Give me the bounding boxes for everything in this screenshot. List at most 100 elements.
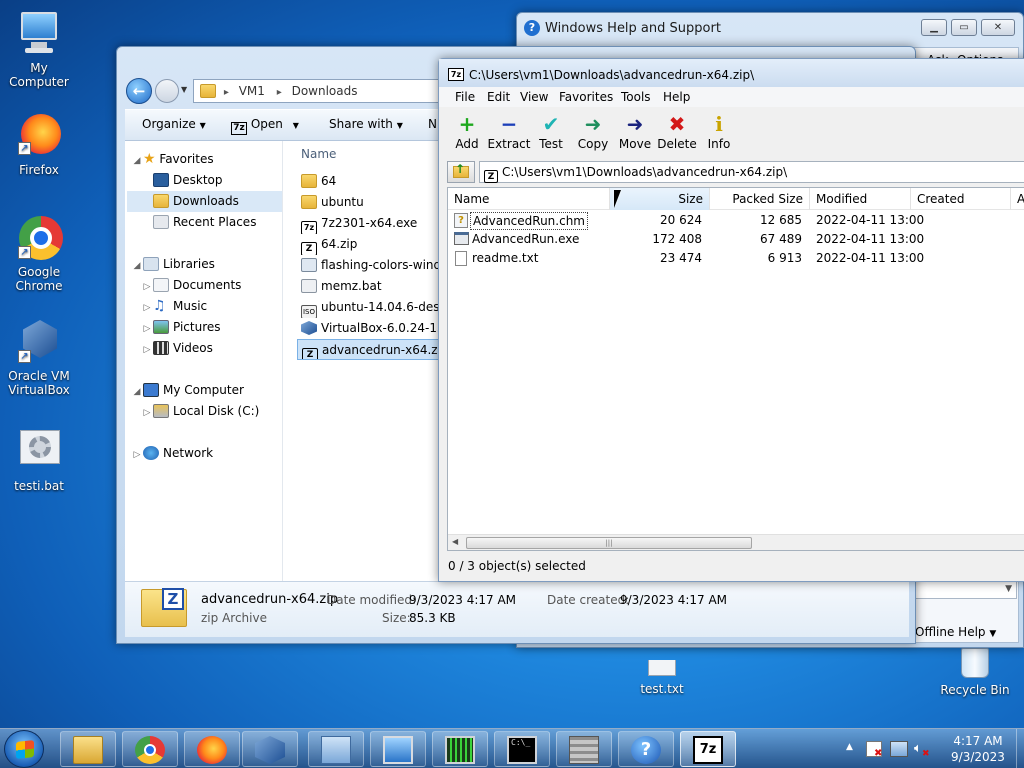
network-icon <box>143 446 159 460</box>
list-item[interactable]: Z 64.zip <box>297 234 441 255</box>
desktop-icon-testi-bat[interactable]: testi.bat <box>1 428 77 493</box>
desktop-icon-label: My Computer <box>9 61 69 89</box>
batch-file-icon <box>301 279 317 293</box>
column-header-modified[interactable]: Modified <box>810 188 911 210</box>
taskbar-command-prompt[interactable]: C:\_ <box>494 731 550 767</box>
taskbar-task-manager[interactable] <box>432 731 488 767</box>
nav-videos[interactable]: ▷ Videos <box>131 338 281 359</box>
volume-icon[interactable]: 🔈︎ ✖ <box>914 741 932 759</box>
share-with-button[interactable]: Share with ▼ <box>329 117 403 131</box>
desktop-icon-label: Oracle VM VirtualBox <box>8 369 70 397</box>
taskbar-chrome[interactable] <box>122 731 178 767</box>
menu-favorites[interactable]: Favorites <box>559 90 613 104</box>
taskbar-firewall[interactable] <box>556 731 612 767</box>
list-item[interactable]: 64 <box>297 171 441 192</box>
scrollbar-thumb[interactable]: ||| <box>466 537 752 549</box>
history-dropdown-icon[interactable]: ▼ <box>181 85 187 94</box>
desktop-icon-my-computer[interactable]: My Computer <box>1 10 77 89</box>
organize-button[interactable]: Organize ▼ <box>142 117 206 131</box>
table-row[interactable]: ? AdvancedRun.chm 20 624 12 685 2022-04-… <box>448 211 1024 230</box>
search-dropdown[interactable]: ▼ <box>915 579 1017 599</box>
taskbar-remote-desktop[interactable] <box>370 731 426 767</box>
breadcrumb-downloads[interactable]: Downloads <box>292 84 358 98</box>
maximize-button[interactable]: ▭ <box>951 19 977 36</box>
zip-icon: Z <box>302 348 318 359</box>
column-header-name[interactable]: Name <box>301 147 336 161</box>
navigation-pane: ◢ ★ Favorites Desktop Downloads Recent Pl… <box>127 149 283 464</box>
info-button[interactable]: i Info <box>697 111 741 151</box>
up-folder-button[interactable]: ↑ <box>447 161 475 183</box>
horizontal-scrollbar[interactable]: ◀ ||| <box>448 534 1024 550</box>
add-button[interactable]: + Add <box>445 111 489 151</box>
scroll-left-icon[interactable]: ◀ <box>452 537 458 546</box>
nav-my-computer[interactable]: ◢ My Computer <box>131 380 281 401</box>
column-header-packed-size[interactable]: Packed Size <box>710 188 810 210</box>
taskbar-virtualbox[interactable] <box>242 731 298 767</box>
list-item[interactable]: ISOubuntu-14.04.6-deskto <box>297 297 441 318</box>
column-header-attributes[interactable]: A <box>1011 188 1024 210</box>
nav-desktop[interactable]: Desktop <box>131 170 281 191</box>
file-packed-size: 6 913 <box>767 251 802 265</box>
nav-documents[interactable]: ▷ Documents <box>131 275 281 296</box>
desktop-icon-virtualbox[interactable]: ↗ Oracle VM VirtualBox <box>1 318 77 397</box>
menu-edit[interactable]: Edit <box>487 90 510 104</box>
taskbar-explorer[interactable] <box>60 731 116 767</box>
new-folder-button[interactable]: N <box>428 117 437 131</box>
list-item[interactable]: ubuntu <box>297 192 441 213</box>
table-row[interactable]: AdvancedRun.exe 172 408 67 489 2022-04-1… <box>448 230 1024 249</box>
nav-network[interactable]: ▷ Network <box>131 443 281 464</box>
taskbar-control-panel[interactable] <box>308 731 364 767</box>
network-tray-icon[interactable] <box>890 741 908 757</box>
desktop-icon-google-chrome[interactable]: ↗ Google Chrome <box>1 214 77 293</box>
menu-file[interactable]: File <box>455 90 475 104</box>
taskbar-firefox[interactable] <box>184 731 240 767</box>
copy-button[interactable]: ➜ Copy <box>571 111 615 151</box>
column-header-name[interactable]: Name <box>448 188 610 210</box>
nav-pictures[interactable]: ▷ Pictures <box>131 317 281 338</box>
extract-button[interactable]: − Extract <box>487 111 531 151</box>
breadcrumb-vm1[interactable]: VM1 <box>239 84 265 98</box>
forward-button[interactable] <box>155 79 179 103</box>
close-button[interactable]: ✕ <box>981 19 1015 36</box>
offline-help-label: Offline Help <box>915 625 986 639</box>
offline-help-button[interactable]: Offline Help ▼ <box>915 625 996 639</box>
minimize-button[interactable]: ▁ <box>921 19 947 36</box>
list-item[interactable]: VirtualBox-6.0.24-1391 <box>297 318 441 339</box>
window-title: Windows Help and Support <box>545 21 721 36</box>
taskbar: C:\_ ? 7z ▲ ✖ 🔈︎ ✖ 4:17 AM 9/3/2023 <box>0 728 1024 768</box>
nav-downloads[interactable]: Downloads <box>127 191 283 212</box>
details-date-modified: 9/3/2023 4:17 AM <box>409 593 517 607</box>
nav-local-disk[interactable]: ▷ Local Disk (C:) <box>131 401 281 422</box>
path-field[interactable]: Z C:\Users\vm1\Downloads\advancedrun-x64.… <box>479 161 1024 183</box>
menu-view[interactable]: View <box>520 90 548 104</box>
address-bar[interactable]: ▸ VM1 ▸ Downloads <box>193 79 439 103</box>
list-item[interactable]: memz.bat <box>297 276 441 297</box>
clock[interactable]: 4:17 AM 9/3/2023 <box>938 733 1018 765</box>
folder-icon <box>301 195 317 209</box>
nav-favorites[interactable]: ◢ ★ Favorites <box>131 149 281 170</box>
start-button[interactable] <box>4 730 44 768</box>
test-button[interactable]: ✔ Test <box>529 111 573 151</box>
list-item[interactable]: 7z 7z2301-x64.exe <box>297 213 441 234</box>
list-item[interactable]: flashing-colors-windo <box>297 255 441 276</box>
nav-recent-places[interactable]: Recent Places <box>131 212 281 233</box>
table-row[interactable]: readme.txt 23 474 6 913 2022-04-11 13:00 <box>448 249 1024 268</box>
move-button[interactable]: ➜ Move <box>613 111 657 151</box>
sevenzip-window[interactable]: 7z C:\Users\vm1\Downloads\advancedrun-x6… <box>438 58 1024 582</box>
back-button[interactable]: ← <box>126 78 152 104</box>
menu-help[interactable]: Help <box>663 90 690 104</box>
nav-libraries[interactable]: ◢ Libraries <box>131 254 281 275</box>
menu-tools[interactable]: Tools <box>621 90 651 104</box>
show-desktop-button[interactable] <box>1016 729 1024 768</box>
taskbar-7zip[interactable]: 7z <box>680 731 736 767</box>
chrome-icon: ↗ <box>15 214 63 262</box>
desktop-icon-firefox[interactable]: ↗ Firefox <box>1 112 77 177</box>
column-header-created[interactable]: Created <box>911 188 1011 210</box>
delete-button[interactable]: ✖ Delete <box>655 111 699 151</box>
list-item[interactable]: Zadvancedrun-x64.zip <box>297 339 441 360</box>
action-center-icon[interactable]: ✖ <box>866 741 882 759</box>
nav-music[interactable]: ▷ ♫ Music <box>131 296 281 317</box>
taskbar-help[interactable]: ? <box>618 731 674 767</box>
tray-overflow-icon[interactable]: ▲ <box>846 742 853 752</box>
open-button[interactable]: 7z Open ▼ <box>231 117 299 135</box>
